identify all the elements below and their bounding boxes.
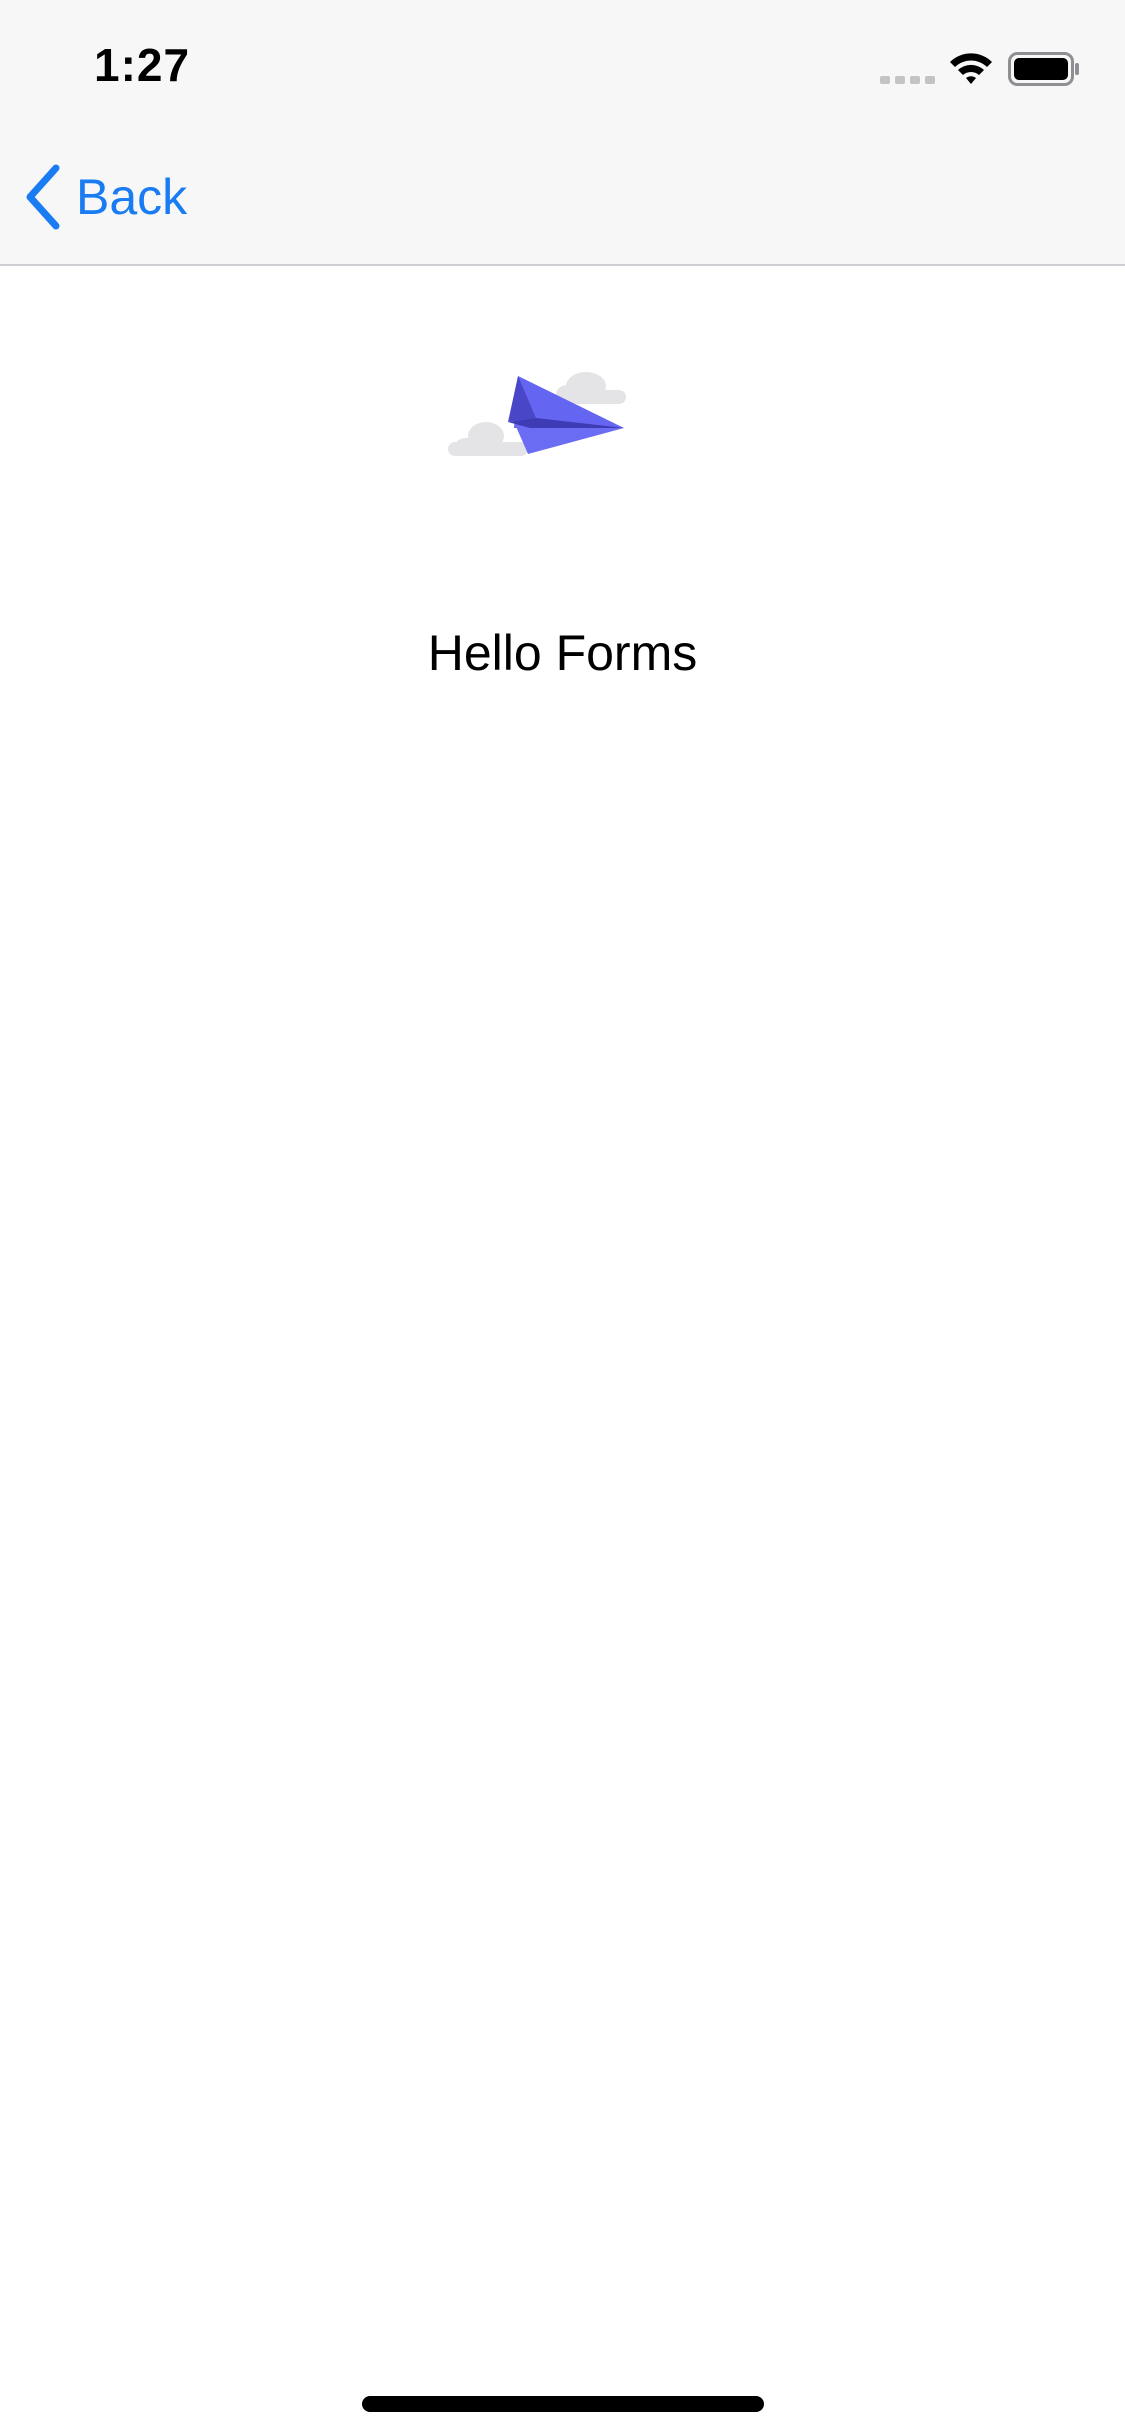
cloud-icon xyxy=(556,372,626,404)
cellular-signal-icon xyxy=(880,76,935,84)
home-indicator[interactable] xyxy=(362,2396,764,2412)
back-button[interactable]: Back xyxy=(22,162,187,232)
app-screen: 1:27 Back Hello Forms xyxy=(0,0,1125,2436)
paper-plane-illustration xyxy=(448,372,626,456)
back-button-label: Back xyxy=(76,169,188,225)
status-time: 1:27 xyxy=(94,39,191,91)
page-title: Hello Forms xyxy=(427,625,698,681)
navigation-bar: 1:27 Back xyxy=(0,0,1125,266)
battery-icon xyxy=(1008,52,1079,86)
chevron-left-icon xyxy=(26,164,60,230)
wifi-icon xyxy=(950,53,992,84)
